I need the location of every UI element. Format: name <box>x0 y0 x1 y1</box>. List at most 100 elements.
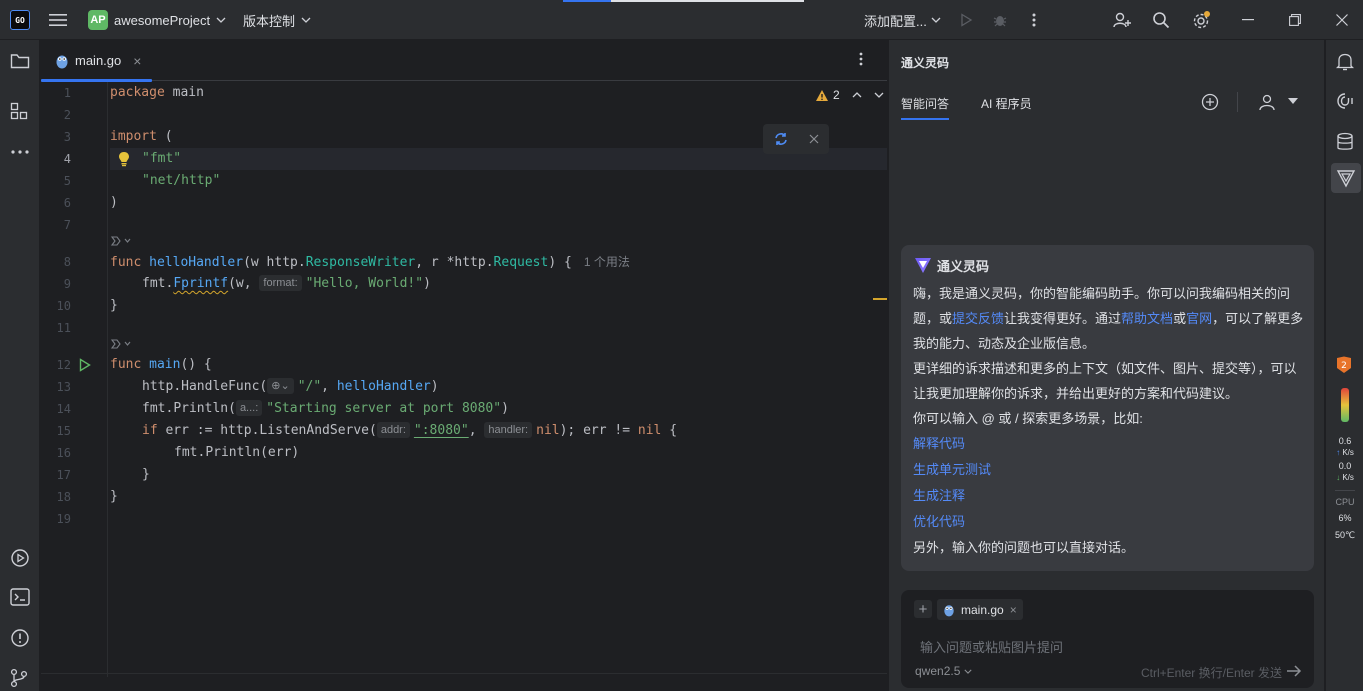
send-icon[interactable] <box>1286 663 1302 679</box>
warning-scroll-marker[interactable] <box>873 298 887 300</box>
tab-smart-qa[interactable]: 智能问答 <box>901 95 949 112</box>
chip-close-button[interactable]: × <box>1010 603 1017 617</box>
code-line-4: "fmt" <box>142 148 181 170</box>
punctuation: ) { <box>548 255 572 270</box>
tab-close-button[interactable]: × <box>133 53 141 69</box>
close-icon[interactable] <box>1330 8 1354 32</box>
punctuation: , <box>468 423 485 438</box>
net-down-value: 0.0 <box>1338 461 1352 471</box>
punctuation: { <box>661 423 678 438</box>
expr: ); err != <box>559 423 638 438</box>
tab-more-icon[interactable] <box>859 52 875 70</box>
notifications-icon[interactable] <box>1336 52 1356 72</box>
chevron-up-icon[interactable] <box>852 92 862 98</box>
run-main-gutter-icon[interactable] <box>79 358 93 372</box>
keyword: nil <box>637 423 662 438</box>
lightbulb-icon[interactable] <box>118 151 132 167</box>
project-badge[interactable]: AP <box>88 10 108 30</box>
help-docs-link[interactable]: 帮助文档 <box>1121 311 1173 326</box>
chevron-down-icon[interactable] <box>874 92 884 98</box>
param-hint: format: <box>259 275 302 291</box>
welcome-header: 通义灵码 <box>913 255 989 275</box>
chevron-down-icon <box>964 669 972 674</box>
run-services-icon[interactable] <box>10 548 30 568</box>
keyword: func <box>110 255 142 270</box>
package-ref: http <box>266 255 298 270</box>
close-icon[interactable] <box>809 134 819 144</box>
chat-input-field[interactable]: 输入问题或粘贴图片提问 <box>920 637 1063 656</box>
database-icon[interactable] <box>1336 132 1356 152</box>
function-call: HandleFunc <box>181 379 260 394</box>
git-icon[interactable] <box>10 668 30 688</box>
package-ref: http <box>142 379 174 394</box>
ai-assistant-icon[interactable] <box>1336 92 1356 112</box>
more-icon[interactable] <box>1022 8 1046 32</box>
line-number: 19 <box>56 512 71 526</box>
net-down-unit: ↓ K/s <box>1336 473 1354 482</box>
floating-sync-toolbar <box>763 124 829 154</box>
type-name: ResponseWriter <box>305 255 416 270</box>
sync-icon[interactable] <box>774 132 788 146</box>
tab-ai-programmer[interactable]: AI 程序员 <box>981 95 1032 112</box>
usage-hint[interactable]: 1 个用法 <box>584 255 630 269</box>
tongyi-action-icon[interactable] <box>110 235 134 251</box>
line-number: 5 <box>63 174 71 188</box>
optimize-code-link[interactable]: 优化代码 <box>913 509 1305 535</box>
line-number: 17 <box>56 468 71 482</box>
generate-comments-link[interactable]: 生成注释 <box>913 483 1305 509</box>
plugin-badge-icon[interactable]: 2 <box>1336 356 1356 376</box>
generate-unit-test-link[interactable]: 生成单元测试 <box>913 457 1305 483</box>
tongyi-lingma-panel: 通义灵码 智能问答 AI 程序员 通义灵码 嗨，我是通义灵码，你的智能编码助手。… <box>888 40 1324 691</box>
more-tools-icon[interactable] <box>10 142 30 162</box>
punctuation: ( <box>369 423 377 438</box>
panel-title: 通义灵码 <box>901 56 950 70</box>
tongyi-lingma-icon[interactable] <box>1336 168 1356 188</box>
goland-logo-icon[interactable]: GO <box>10 10 30 30</box>
hamburger-menu-icon[interactable] <box>48 10 68 30</box>
debug-icon[interactable] <box>988 8 1012 32</box>
package-ref: fmt <box>142 401 166 416</box>
line-number-gutter: 1 2 3 4 5 6 7 8 9 10 11 12 13 14 15 16 1… <box>41 82 108 677</box>
run-icon[interactable] <box>954 8 978 32</box>
tongyi-action-icon[interactable] <box>110 338 134 354</box>
run-config-selector[interactable]: 添加配置... <box>864 12 941 29</box>
gutter-separator <box>107 82 108 677</box>
context-file-chip[interactable]: main.go × <box>937 599 1023 620</box>
official-site-link[interactable]: 官网 <box>1186 311 1212 326</box>
chevron-down-icon <box>931 17 941 23</box>
code-line-5: "net/http" <box>142 170 220 192</box>
logo-text: GO <box>15 15 25 25</box>
caret-down-icon[interactable] <box>1288 98 1300 106</box>
code-area[interactable]: package main import ( "fmt" "net/http" )… <box>110 82 887 677</box>
package-ref: fmt <box>174 445 198 460</box>
text: 或 <box>1173 311 1187 326</box>
inspection-widget[interactable]: 2 <box>815 86 884 104</box>
function-name: main <box>149 357 181 372</box>
minimize-icon[interactable] <box>1236 8 1260 32</box>
model-selector[interactable]: qwen2.5 <box>915 664 972 678</box>
explain-code-link[interactable]: 解释代码 <box>913 431 1305 457</box>
feedback-link[interactable]: 提交反馈 <box>952 311 1004 326</box>
vcs-menu[interactable]: 版本控制 <box>243 12 311 29</box>
project-switcher[interactable]: awesomeProject <box>114 12 226 28</box>
code-line-8: func helloHandler(w http.ResponseWriter,… <box>110 251 630 273</box>
keyword: package <box>110 85 165 100</box>
punctuation: ) <box>430 379 439 394</box>
add-user-icon[interactable] <box>1110 8 1134 32</box>
problems-icon[interactable] <box>10 628 30 648</box>
project-folder-icon[interactable] <box>10 52 30 72</box>
search-icon[interactable] <box>1149 8 1173 32</box>
settings-icon[interactable] <box>1189 8 1213 32</box>
structure-icon[interactable] <box>10 102 30 122</box>
terminal-icon[interactable] <box>10 588 30 608</box>
tab-main-go[interactable]: main.go × <box>41 40 152 82</box>
punctuation: , <box>321 379 337 394</box>
memory-gauge-icon[interactable] <box>1341 388 1349 422</box>
go-gopher-icon <box>944 604 954 616</box>
intro-paragraph: 嗨，我是通义灵码，你的智能编码助手。你可以问我编码相关的问题，或提交反馈让我变得… <box>913 281 1305 356</box>
welcome-body: 嗨，我是通义灵码，你的智能编码助手。你可以问我编码相关的问题，或提交反馈让我变得… <box>913 281 1305 560</box>
restore-icon[interactable] <box>1283 8 1307 32</box>
new-chat-icon[interactable] <box>1201 93 1221 113</box>
add-context-button[interactable]: + <box>914 600 932 618</box>
user-icon[interactable] <box>1258 93 1278 113</box>
